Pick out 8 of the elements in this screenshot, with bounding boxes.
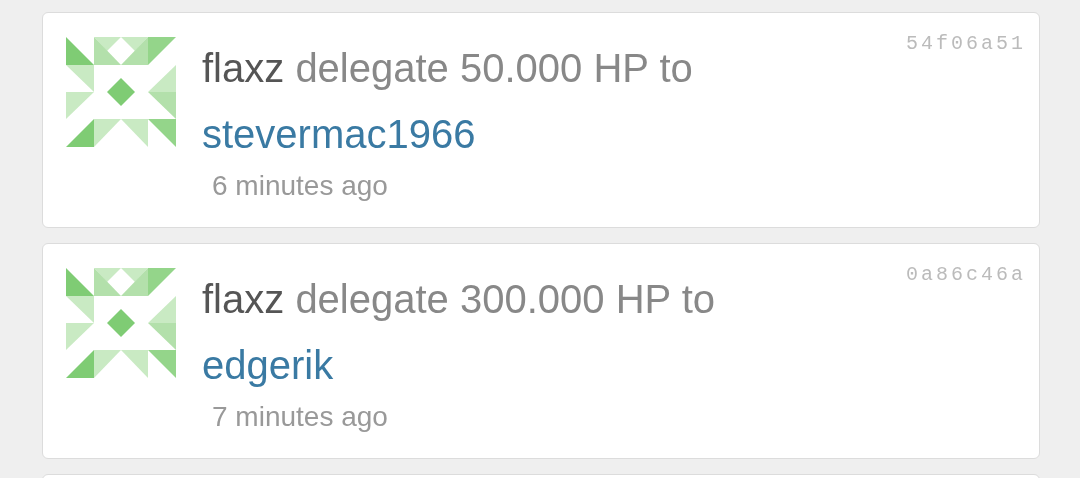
activity-text: flaxz delegate 300.000 HP to edgerik (202, 266, 842, 398)
transaction-hash: 0a86c46a (906, 262, 1026, 288)
user-link[interactable]: edgerik (202, 332, 842, 398)
timestamp: 7 minutes ago (212, 400, 388, 434)
activity-text: flaxz delegate 50.000 HP to stevermac1966 (202, 35, 842, 167)
transaction-hash: 54f06a51 (906, 31, 1026, 57)
timestamp: 6 minutes ago (212, 169, 388, 203)
user-link[interactable]: stevermac1966 (202, 101, 842, 167)
